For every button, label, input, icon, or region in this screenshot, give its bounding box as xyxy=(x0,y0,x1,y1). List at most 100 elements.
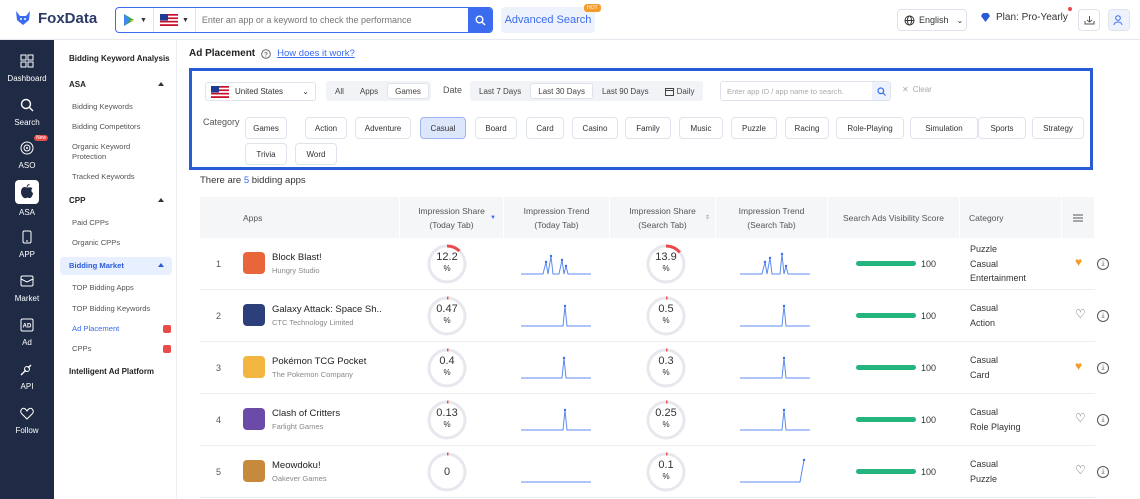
subnav-item[interactable]: Bidding Keywords xyxy=(72,102,133,112)
sidebar-item-follow[interactable]: Follow xyxy=(0,404,54,435)
store-selector[interactable]: ▼ xyxy=(116,8,154,32)
today-trend-sparkline[interactable] xyxy=(521,300,591,328)
sidebar-item-aso[interactable]: ASO New xyxy=(0,135,54,170)
category-chip-family[interactable]: Family xyxy=(625,117,671,139)
app-icon[interactable] xyxy=(243,252,265,274)
search-trend-sparkline[interactable] xyxy=(740,456,810,484)
subnav-item[interactable]: TOP Bidding Apps xyxy=(72,283,134,293)
subnav-item[interactable]: Paid CPPs xyxy=(72,218,109,228)
app-icon[interactable] xyxy=(243,304,265,326)
header-impression-share-search[interactable]: Impression Share (Search Tab) ⇕ xyxy=(610,197,716,238)
sidebar-item-asa[interactable]: ASA xyxy=(0,180,54,217)
heart-filled-icon[interactable]: ♥ xyxy=(1075,255,1082,269)
category-chip-word[interactable]: Word xyxy=(295,143,337,165)
sidebar-item-search[interactable]: Search xyxy=(0,96,54,127)
sidebar-item-app[interactable]: APP xyxy=(0,228,54,259)
advanced-search-button[interactable]: Advanced Search xyxy=(501,7,595,33)
table-row[interactable]: 1 Block Blast! Hungry Studio 12.2 % 13.9… xyxy=(200,238,1109,290)
logo[interactable]: FoxData xyxy=(14,9,97,27)
table-row[interactable]: 2 Galaxy Attack: Space Sh... CTC Technol… xyxy=(200,290,1109,342)
search-input[interactable] xyxy=(195,8,468,32)
app-name[interactable]: Meowdoku! xyxy=(272,460,382,471)
subnav-section-intelligent[interactable]: Intelligent Ad Platform xyxy=(69,367,154,376)
category-chip-action[interactable]: Action xyxy=(305,117,347,139)
subnav-item[interactable]: Organic CPPs xyxy=(72,238,120,248)
download-icon[interactable]: ⤓ xyxy=(1097,466,1109,478)
subnav-item-active[interactable]: Ad Placement xyxy=(72,324,119,334)
table-row[interactable]: 4 Clash of Critters Farlight Games 0.13 … xyxy=(200,394,1109,446)
how-it-works-link[interactable]: How does it work? xyxy=(277,48,355,59)
subnav-item[interactable]: Bidding Competitors xyxy=(72,122,140,132)
category-chip-sports[interactable]: Sports xyxy=(978,117,1026,139)
heart-filled-icon[interactable]: ♥ xyxy=(1075,359,1082,373)
subnav-item[interactable]: TOP Bidding Keywords xyxy=(72,304,150,314)
sidebar-item-market[interactable]: Market xyxy=(0,272,54,303)
app-name[interactable]: Galaxy Attack: Space Sh... xyxy=(272,304,382,315)
app-name[interactable]: Clash of Critters xyxy=(272,408,382,419)
search-trend-sparkline[interactable] xyxy=(740,300,810,328)
tab-apps[interactable]: Apps xyxy=(353,83,385,99)
app-icon[interactable] xyxy=(243,460,265,482)
subnav-section-asa[interactable]: ASA xyxy=(69,80,86,89)
subnav-section-cpp[interactable]: CPP xyxy=(69,196,85,205)
tab-last-90-days[interactable]: Last 90 Days xyxy=(595,83,656,99)
download-icon[interactable]: ⤓ xyxy=(1097,414,1109,426)
subnav-item[interactable]: Organic Keyword Protection xyxy=(72,142,162,162)
sidebar-item-dashboard[interactable]: Dashboard xyxy=(0,52,54,83)
subnav-item[interactable]: CPPs xyxy=(72,344,91,354)
collapse-icon[interactable] xyxy=(158,263,164,267)
clear-button[interactable]: ✕ Clear xyxy=(902,85,932,94)
app-name[interactable]: Block Blast! xyxy=(272,252,382,263)
today-trend-sparkline[interactable] xyxy=(521,352,591,380)
header-impression-share-today[interactable]: Impression Share (Today Tab) ▼ xyxy=(400,197,504,238)
category-chip-trivia[interactable]: Trivia xyxy=(245,143,287,165)
category-chip-games[interactable]: Games xyxy=(245,117,287,139)
category-chip-role-playing[interactable]: Role-Playing xyxy=(836,117,904,139)
collapse-icon[interactable] xyxy=(158,82,164,86)
category-chip-simulation[interactable]: Simulation xyxy=(910,117,978,139)
tab-games[interactable]: Games xyxy=(387,83,429,99)
subnav-item[interactable]: Tracked Keywords xyxy=(72,172,135,182)
app-search-button[interactable] xyxy=(872,82,890,100)
sort-icon[interactable]: ⇕ xyxy=(705,211,710,225)
search-trend-sparkline[interactable] xyxy=(740,352,810,380)
heart-outline-icon[interactable]: ♡ xyxy=(1075,463,1086,477)
category-chip-casino[interactable]: Casino xyxy=(572,117,618,139)
app-icon[interactable] xyxy=(243,356,265,378)
sidebar-item-api[interactable]: API xyxy=(0,360,54,391)
tab-daily[interactable]: Daily xyxy=(658,83,702,99)
category-chip-music[interactable]: Music xyxy=(679,117,723,139)
download-icon[interactable]: ⤓ xyxy=(1097,258,1109,270)
country-dropdown[interactable]: United States ⌄ xyxy=(205,82,316,101)
search-trend-sparkline[interactable] xyxy=(740,248,810,276)
category-chip-casual[interactable]: Casual xyxy=(420,117,466,139)
sort-icon[interactable]: ▼ xyxy=(490,211,496,225)
category-chip-adventure[interactable]: Adventure xyxy=(355,117,411,139)
category-chip-strategy[interactable]: Strategy xyxy=(1032,117,1084,139)
heart-outline-icon[interactable]: ♡ xyxy=(1075,411,1086,425)
plan-badge[interactable]: Plan: Pro-Yearly xyxy=(980,12,1068,23)
help-icon[interactable]: ? xyxy=(261,48,271,59)
today-trend-sparkline[interactable] xyxy=(521,456,591,484)
tab-all[interactable]: All xyxy=(328,83,351,99)
search-button[interactable] xyxy=(468,8,492,32)
download-icon[interactable]: ⤓ xyxy=(1097,310,1109,322)
table-row[interactable]: 5 Meowdoku! Oakever Games 0 0.1 % 100 Ca… xyxy=(200,446,1109,498)
today-trend-sparkline[interactable] xyxy=(521,404,591,432)
category-chip-board[interactable]: Board xyxy=(475,117,517,139)
country-selector[interactable]: ▼ xyxy=(154,8,196,32)
category-chip-puzzle[interactable]: Puzzle xyxy=(731,117,777,139)
category-chip-card[interactable]: Card xyxy=(526,117,564,139)
language-selector[interactable]: English ⌄ xyxy=(897,9,967,31)
collapse-icon[interactable] xyxy=(158,198,164,202)
table-row[interactable]: 3 Pokémon TCG Pocket The Pokemon Company… xyxy=(200,342,1109,394)
heart-outline-icon[interactable]: ♡ xyxy=(1075,307,1086,321)
app-name[interactable]: Pokémon TCG Pocket xyxy=(272,356,382,367)
category-chip-racing[interactable]: Racing xyxy=(785,117,829,139)
app-icon[interactable] xyxy=(243,408,265,430)
today-trend-sparkline[interactable] xyxy=(521,248,591,276)
column-menu-icon[interactable] xyxy=(1062,197,1095,238)
download-button[interactable] xyxy=(1078,9,1100,31)
tab-last-30-days[interactable]: Last 30 Days xyxy=(530,83,593,99)
tab-last-7-days[interactable]: Last 7 Days xyxy=(472,83,528,99)
